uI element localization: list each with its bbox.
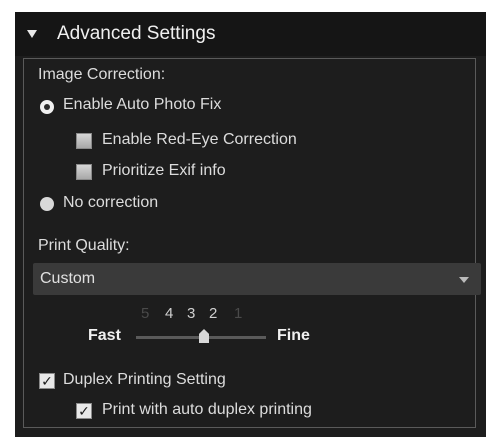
- slider-tick-label: 4: [165, 305, 174, 322]
- checkbox-checked-icon[interactable]: ✓: [39, 373, 55, 389]
- print-quality-label: Print Quality:: [38, 237, 130, 254]
- radio-selected-icon[interactable]: [40, 100, 54, 114]
- checkbox-unchecked-icon[interactable]: [76, 164, 92, 180]
- advanced-settings-header[interactable]: Advanced Settings: [15, 12, 486, 56]
- checkbox-label: Duplex Printing Setting: [63, 371, 226, 388]
- image-correction-label: Image Correction:: [38, 66, 166, 83]
- radio-unselected-icon[interactable]: [40, 197, 54, 211]
- slider-tick-label: 5: [141, 305, 150, 322]
- checkbox-label: Prioritize Exif info: [102, 162, 226, 179]
- print-quality-value: Custom: [40, 270, 96, 287]
- checkbox-label: Enable Red-Eye Correction: [102, 131, 297, 148]
- radio-label: No correction: [63, 194, 159, 211]
- slider-tick-label: 2: [209, 305, 218, 322]
- slider-tick-label: 1: [234, 305, 243, 322]
- slider-right-label: Fine: [277, 327, 310, 344]
- section-title: Advanced Settings: [57, 23, 216, 44]
- checkbox-label: Print with auto duplex printing: [102, 401, 312, 418]
- checkbox-unchecked-icon[interactable]: [76, 133, 92, 149]
- print-quality-select[interactable]: Custom: [33, 263, 481, 295]
- slider-tick-label: 3: [187, 305, 196, 322]
- chevron-down-icon: [459, 277, 469, 283]
- collapse-triangle-icon[interactable]: [27, 30, 37, 38]
- slider-left-label: Fast: [88, 327, 121, 344]
- radio-label: Enable Auto Photo Fix: [63, 96, 222, 113]
- checkbox-checked-icon[interactable]: ✓: [76, 403, 92, 419]
